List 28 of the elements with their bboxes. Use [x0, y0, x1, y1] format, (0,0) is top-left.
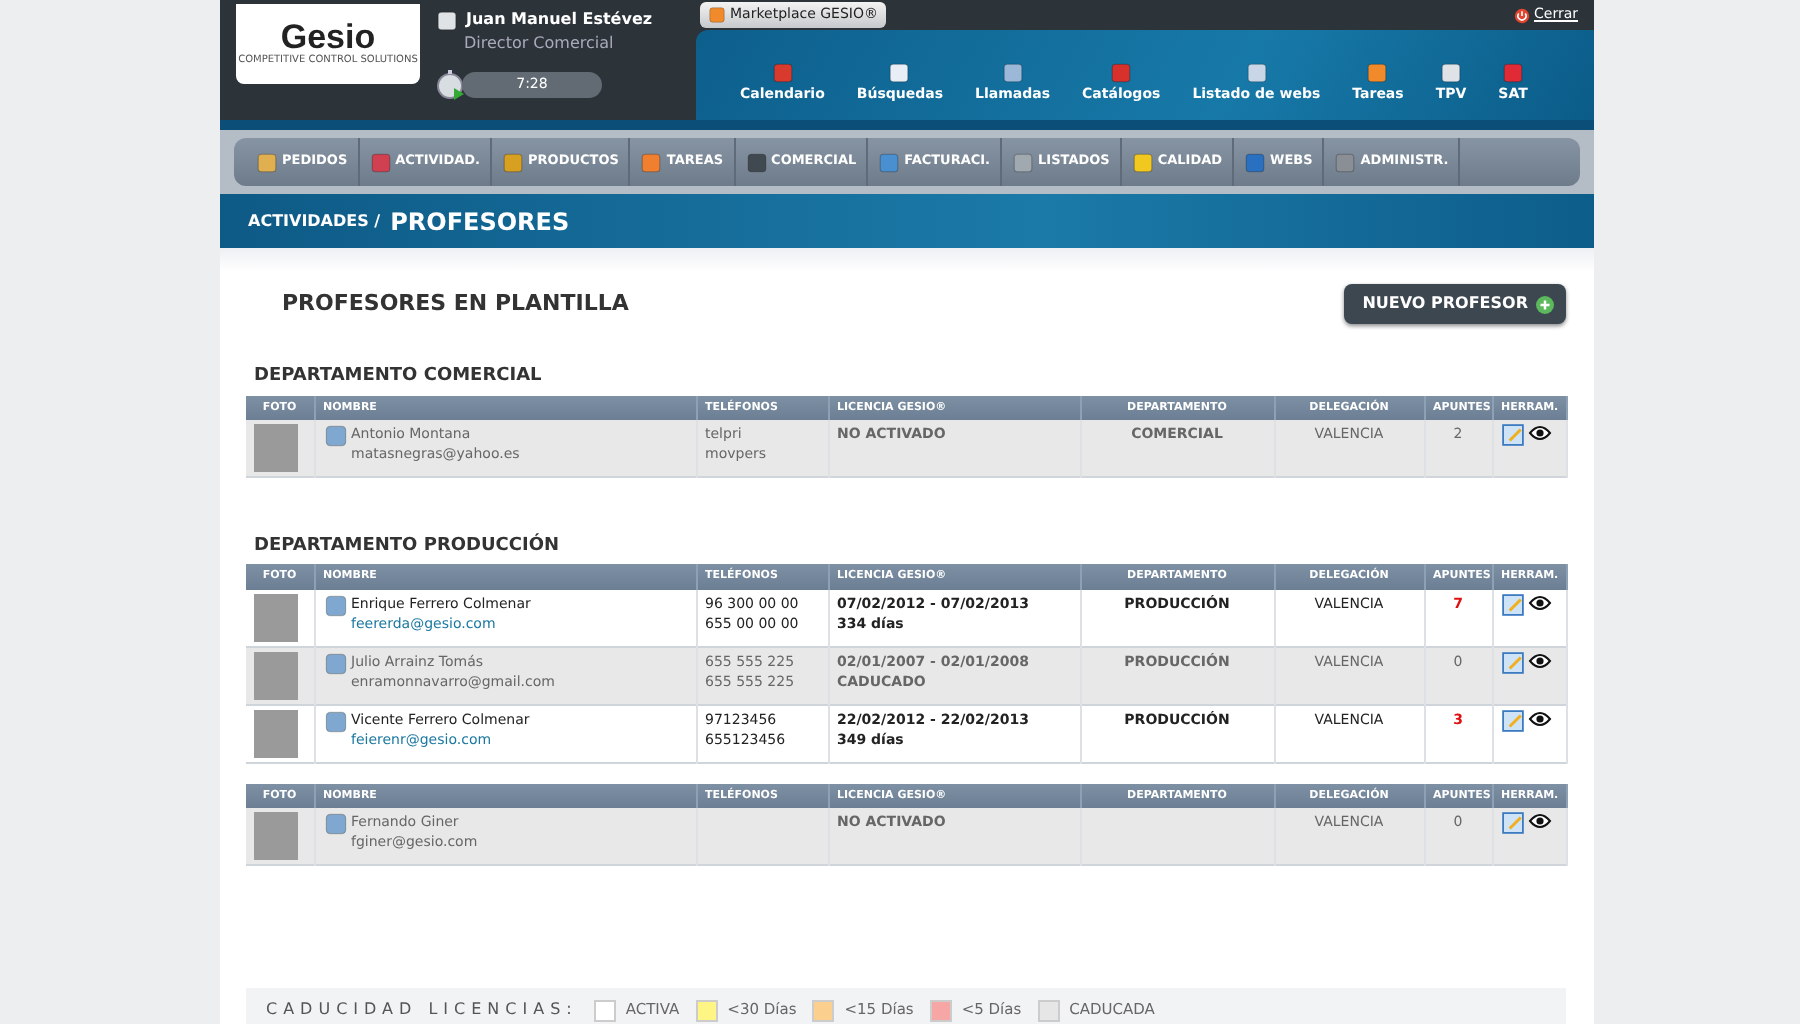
- eye-icon[interactable]: [1527, 593, 1551, 611]
- edit-icon[interactable]: [1501, 709, 1523, 731]
- legend-title: CADUCIDAD LICENCIAS:: [266, 998, 578, 1022]
- breadcrumb-current: PROFESORES: [390, 205, 570, 239]
- photo-placeholder: [254, 593, 298, 641]
- edit-icon[interactable]: [1501, 423, 1523, 446]
- photo-placeholder: [254, 423, 298, 472]
- stopwatch-icon: [436, 68, 468, 100]
- user-name: Juan Manuel Estévez: [466, 8, 653, 32]
- photo-placeholder: [254, 651, 298, 699]
- department-title: DEPARTAMENTO COMERCIAL: [254, 364, 544, 390]
- eye-icon[interactable]: [1527, 709, 1551, 727]
- eye-icon[interactable]: [1527, 811, 1551, 830]
- page-title: PROFESORES EN PLANTILLA: [282, 290, 629, 318]
- photo-placeholder: [254, 811, 298, 860]
- edit-icon[interactable]: [1501, 651, 1523, 673]
- eye-icon[interactable]: [1527, 423, 1551, 442]
- power-icon: [1514, 7, 1530, 23]
- photo-placeholder: [254, 709, 298, 757]
- logo-text: Gesio: [280, 19, 376, 54]
- breadcrumb-link[interactable]: ACTIVIDADES /: [248, 209, 381, 233]
- edit-icon[interactable]: [1501, 593, 1523, 615]
- eye-icon[interactable]: [1527, 651, 1551, 669]
- department-title: DEPARTAMENTO PRODUCCIÓN: [254, 533, 562, 560]
- edit-icon[interactable]: [1501, 811, 1523, 834]
- new-teacher-button[interactable]: NUEVO PROFESOR: [1344, 284, 1566, 324]
- user-role: Director Comercial: [464, 32, 616, 56]
- plus-icon: [1536, 295, 1554, 313]
